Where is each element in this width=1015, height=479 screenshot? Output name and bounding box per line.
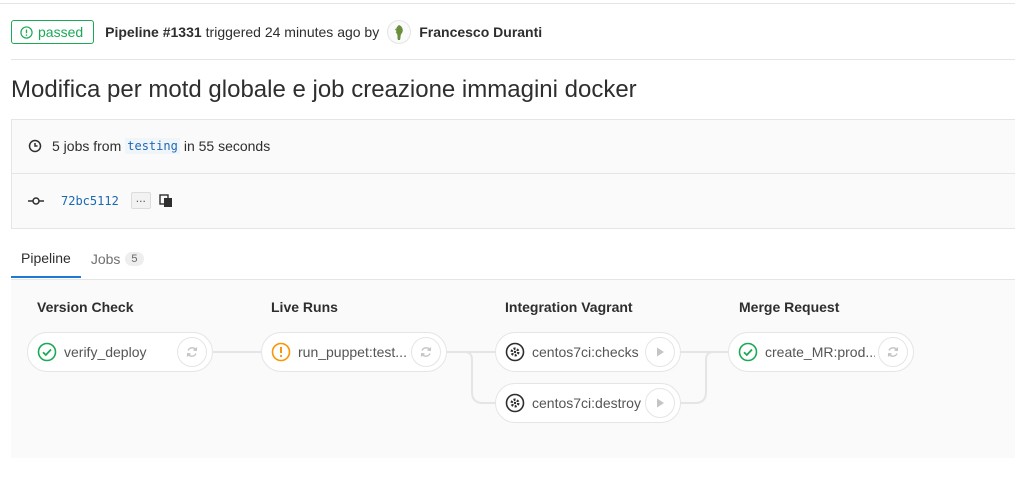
jobs-summary: 5 jobs from testing in 55 seconds: [28, 138, 270, 154]
commit-icon: [28, 196, 44, 205]
status-warning-icon: [271, 342, 291, 362]
pipeline-graph: Version Check Live Runs Integration Vagr…: [11, 280, 1015, 458]
job-name: verify_deploy: [64, 344, 147, 360]
info-divider: [12, 173, 1015, 174]
play-job-button[interactable]: [645, 337, 675, 367]
jobs-count-badge: 5: [125, 252, 144, 266]
job-name: create_MR:prod...: [765, 344, 875, 360]
commit-sha-link[interactable]: 72bc5112: [61, 194, 119, 208]
status-manual-icon: [505, 393, 525, 413]
duration-text: in 55 seconds: [183, 138, 271, 154]
job-create-mr[interactable]: create_MR:prod...: [728, 332, 914, 372]
job-verify-deploy[interactable]: verify_deploy: [27, 332, 213, 372]
expand-commit-button[interactable]: ...: [130, 192, 151, 209]
copy-sha-button[interactable]: [159, 193, 173, 208]
clock-icon: [28, 139, 42, 153]
page-title: Modifica per motd globale e job creazion…: [11, 76, 637, 103]
jobs-count-text: 5 jobs from: [52, 138, 122, 154]
pipeline-tabs: Pipeline Jobs 5: [11, 240, 154, 278]
status-success-icon: [37, 342, 57, 362]
retry-icon: [420, 347, 432, 357]
job-centos7ci-destroy[interactable]: centos7ci:destroy: [495, 383, 681, 423]
job-name: centos7ci:destroy: [532, 395, 641, 411]
status-label: passed: [38, 24, 84, 40]
top-border: [0, 3, 1015, 4]
copy-icon: [159, 193, 172, 207]
commit-row: 72bc5112 ...: [28, 192, 173, 209]
tab-pipeline[interactable]: Pipeline: [11, 240, 81, 278]
status-success-icon: [20, 25, 33, 39]
branch-ref-link[interactable]: testing: [125, 138, 180, 154]
avatar[interactable]: [387, 20, 412, 44]
tab-pipeline-label: Pipeline: [21, 250, 71, 266]
author-name[interactable]: Francesco Duranti: [419, 24, 542, 40]
pipeline-id: Pipeline #1331: [105, 24, 202, 40]
header-divider: [11, 59, 1015, 60]
avatar-image-icon: [394, 25, 404, 40]
retry-job-button[interactable]: [177, 337, 207, 367]
retry-icon: [186, 347, 198, 357]
tab-jobs-label: Jobs: [90, 251, 121, 267]
job-centos7ci-checks[interactable]: centos7ci:checks: [495, 332, 681, 372]
triggered-text: triggered 24 minutes ago by: [205, 24, 380, 40]
stage-merge-request: Merge Request: [739, 299, 840, 315]
pipeline-info-box: 5 jobs from testing in 55 seconds 72bc51…: [11, 119, 1015, 229]
stage-version-check: Version Check: [37, 299, 134, 315]
pipeline-header: passed Pipeline #1331 triggered 24 minut…: [11, 19, 542, 45]
retry-job-button[interactable]: [878, 337, 908, 367]
play-icon: [657, 347, 664, 357]
job-name: centos7ci:checks: [532, 344, 639, 360]
retry-job-button[interactable]: [411, 337, 441, 367]
retry-icon: [887, 347, 899, 357]
status-success-icon: [738, 342, 758, 362]
status-manual-icon: [505, 342, 525, 362]
job-run-puppet[interactable]: run_puppet:test...: [261, 332, 447, 372]
job-name: run_puppet:test...: [298, 344, 407, 360]
play-icon: [657, 398, 664, 408]
play-job-button[interactable]: [645, 388, 675, 418]
stage-live-runs: Live Runs: [271, 299, 338, 315]
status-badge[interactable]: passed: [11, 20, 95, 44]
tab-jobs[interactable]: Jobs 5: [81, 240, 154, 278]
stage-integration-vagrant: Integration Vagrant: [505, 299, 633, 315]
